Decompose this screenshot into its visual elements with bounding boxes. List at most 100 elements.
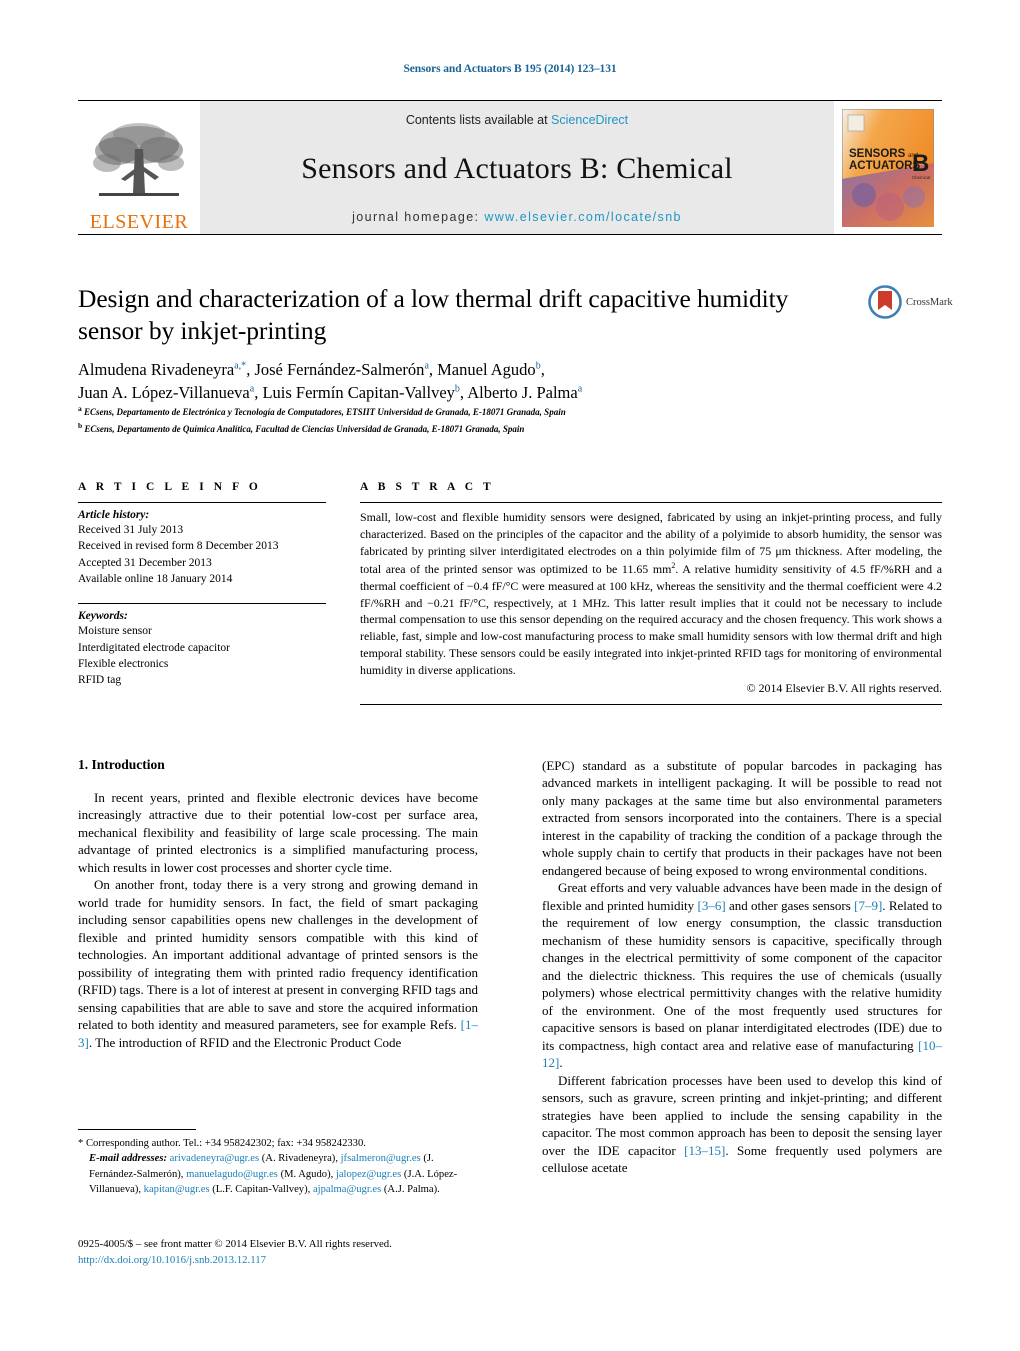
email-link[interactable]: manuelagudo@ugr.es: [186, 1169, 278, 1180]
corresponding-author-note: * Corresponding author. Tel.: +34 958242…: [78, 1136, 478, 1151]
article-history-item: Received in revised form 8 December 2013: [78, 540, 279, 553]
author-name: Almudena Rivadeneyra: [78, 360, 235, 379]
contents-prefix: Contents lists available at: [405, 113, 552, 127]
elsevier-logo: ELSEVIER: [78, 101, 200, 234]
footnote-divider: [78, 1129, 196, 1130]
journal-homepage-link[interactable]: www.elsevier.com/locate/snb: [484, 210, 682, 224]
footnote-block: * Corresponding author. Tel.: +34 958242…: [78, 1129, 478, 1197]
journal-cover-thumbnail: SENSORS and ACTUATORS B Chemical: [834, 101, 942, 234]
citation-link[interactable]: [7–9]: [854, 898, 882, 913]
author-line-1: Almudena Rivadeneyraa,*, José Fernández-…: [78, 358, 878, 381]
author-line-2: Juan A. López-Villanueva a , Luis Fermín C…: [78, 381, 878, 404]
abstract-heading: A B S T R A C T: [360, 481, 495, 493]
paragraph: Great efforts and very valuable advances…: [542, 879, 942, 1071]
author-name: Juan A. López-Villanueva: [78, 383, 250, 403]
cover-chemical-text: Chemical: [912, 175, 930, 180]
email-link[interactable]: jfsalmeron@ugr.es: [341, 1153, 421, 1164]
body-column-left: 1. Introduction In recent years, printed…: [78, 757, 478, 1051]
affiliation-a: a ECsens, Departamento de Electrónica y …: [78, 403, 878, 420]
issn-copyright-line: 0925-4005/$ – see front matter © 2014 El…: [78, 1238, 392, 1250]
keyword-item: Flexible electronics: [78, 657, 169, 670]
author-name: , José Fernández-Salmerón: [246, 360, 425, 379]
imprint-block: 0925-4005/$ – see front matter © 2014 El…: [78, 1236, 518, 1268]
journal-title: Sensors and Actuators B: Chemical: [301, 151, 733, 185]
keyword-item: RFID tag: [78, 674, 122, 687]
footnote-marker: *: [78, 1138, 84, 1149]
elsevier-tree-icon: [93, 123, 184, 196]
citation-link[interactable]: [3–6]: [697, 898, 725, 913]
paragraph-text: On another front, today there is a very …: [78, 877, 478, 1033]
email-owner: (M. Agudo): [280, 1168, 331, 1180]
sciencedirect-link[interactable]: ScienceDirect: [551, 113, 628, 127]
author-separator: ,: [540, 360, 545, 379]
paragraph-text: . Related to the requirement of low ener…: [542, 897, 942, 1053]
email-link[interactable]: jalopez@ugr.es: [336, 1169, 401, 1180]
article-info-heading: A R T I C L E I N F O: [78, 481, 262, 493]
email-link[interactable]: ajpalma@ugr.es: [313, 1184, 381, 1195]
keyword-item: Moisture sensor: [78, 625, 152, 638]
crossmark-icon: [868, 285, 902, 319]
crossmark-label: CrossMark: [906, 296, 953, 308]
footnote-text: Corresponding author. Tel.: +34 95824230…: [85, 1138, 366, 1149]
divider: [78, 502, 326, 503]
journal-masthead: ELSEVIER Contents lists available at Sci…: [78, 100, 942, 235]
article-history-item: Available online 18 January 2014: [78, 572, 233, 585]
email-link[interactable]: kapitan@ugr.es: [144, 1184, 210, 1195]
article-history-label: Article history:: [78, 509, 150, 521]
paragraph: (EPC) standard as a substitute of popula…: [542, 758, 942, 878]
divider: [78, 603, 326, 605]
article-info-column: A R T I C L E I N F O Article history: R…: [78, 481, 326, 689]
abstract-part-2: . A relative humidity sensitivity of 4.5…: [360, 561, 942, 678]
body-column-right: (EPC) standard as a substitute of popula…: [542, 757, 942, 1177]
section-title-introduction: 1. Introduction: [78, 757, 165, 772]
affiliation-list: a ECsens, Departamento de Electrónica y …: [78, 403, 878, 436]
author-list: Almudena Rivadeneyraa,*, José Fernández-…: [78, 358, 878, 405]
doi-link[interactable]: http://dx.doi.org/10.1016/j.snb.2013.12.…: [78, 1252, 518, 1268]
paragraph-text: .: [559, 1055, 563, 1071]
abstract-copyright: © 2014 Elsevier B.V. All rights reserved…: [746, 681, 942, 696]
email-addresses-label: E-mail addresses:: [89, 1153, 167, 1165]
page-title: Design and characterization of a low the…: [78, 284, 789, 346]
cover-sensors-text: SENSORS: [849, 148, 906, 160]
cover-b-letter: B: [912, 150, 929, 177]
journal-cover-image: SENSORS and ACTUATORS B Chemical: [842, 108, 934, 227]
abstract-text: Small, low-cost and flexible humidity se…: [360, 509, 942, 679]
abstract-column: A B S T R A C T Small, low-cost and flex…: [360, 481, 942, 706]
email-owner: (A. Rivadeneyra): [261, 1153, 336, 1165]
email-owner: (L.F. Capitan-Vallvey): [212, 1183, 308, 1195]
keywords-label: Keywords:: [78, 610, 128, 623]
author-name: , Manuel Agudo: [428, 360, 536, 379]
article-history-item: Accepted 31 December 2013: [78, 556, 212, 569]
affiliation-marker: a: [78, 404, 82, 413]
paragraph: On another front, today there is a very …: [78, 876, 478, 1051]
paragraph-text: . The introduction of RFID and the Elect…: [88, 1034, 402, 1050]
journal-homepage-line: journal homepage: www.elsevier.com/locat…: [352, 210, 682, 224]
author-affiliation-marker: a: [577, 383, 583, 395]
title-block: Design and characterization of a low the…: [78, 283, 858, 347]
author-affiliation-marker: a,*: [234, 360, 247, 372]
crossmark-badge[interactable]: CrossMark: [868, 285, 953, 319]
running-head: Sensors and Actuators B 195 (2014) 123–1…: [403, 63, 617, 75]
email-addresses-note: E-mail addresses: arivadeneyra@ugr.es (A…: [89, 1153, 458, 1195]
elsevier-wordmark: ELSEVIER: [89, 211, 189, 233]
journal-band: Contents lists available at ScienceDirec…: [200, 101, 834, 234]
author-name: , Alberto J. Palma: [459, 383, 578, 403]
author-name: , Luis Fermín Capitan-Vallvey: [254, 383, 455, 403]
divider: [360, 704, 942, 706]
email-owner: (A.J. Palma).: [383, 1183, 440, 1195]
paragraph: In recent years, printed and flexible el…: [78, 790, 478, 875]
homepage-prefix: journal homepage:: [352, 210, 485, 224]
article-history-item: Received 31 July 2013: [78, 524, 184, 536]
paper-page: Sensors and Actuators B 195 (2014) 123–1…: [0, 0, 1020, 1351]
contents-available-line: Contents lists available at ScienceDirec…: [406, 113, 628, 127]
affiliation-text: ECsens, Departamento de Electrónica y Te…: [84, 407, 566, 417]
citation-link[interactable]: [13–15]: [684, 1143, 725, 1158]
email-link[interactable]: arivadeneyra@ugr.es: [170, 1153, 259, 1164]
paragraph: Different fabrication processes have bee…: [542, 1072, 942, 1177]
keyword-item: Interdigitated electrode capacitor: [78, 641, 230, 654]
affiliation-b: b ECsens, Departamento de Química Analít…: [78, 420, 878, 437]
affiliation-marker: b: [78, 420, 83, 430]
affiliation-text: ECsens, Departamento de Química Analític…: [84, 423, 525, 434]
divider: [360, 502, 942, 503]
